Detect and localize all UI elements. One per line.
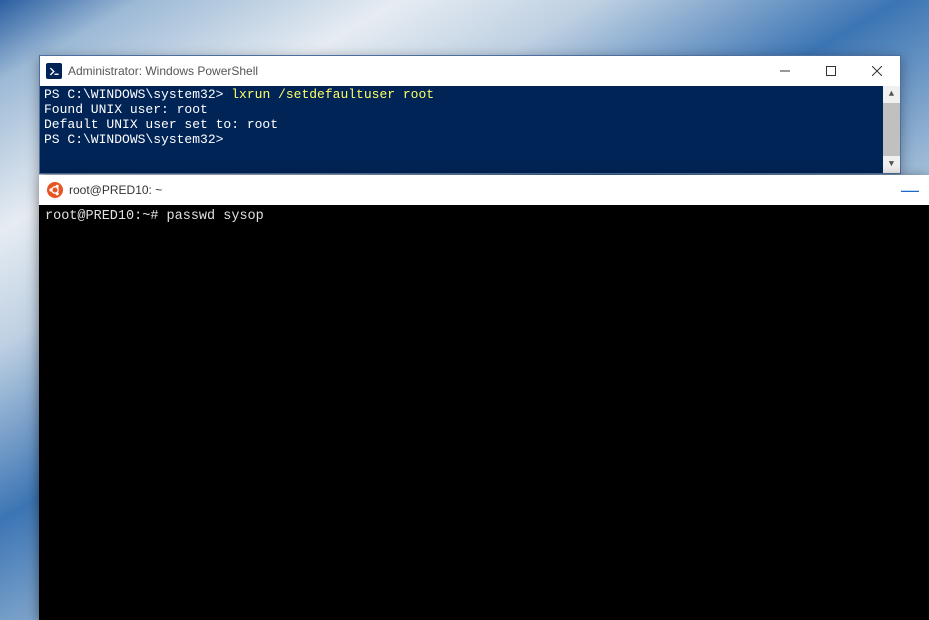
ubuntu-prompt: root@PRED10:~#: [45, 209, 167, 224]
ubuntu-icon: [47, 182, 63, 198]
ubuntu-minimize-button[interactable]: —: [883, 180, 929, 201]
powershell-titlebar[interactable]: Administrator: Windows PowerShell: [40, 56, 900, 86]
ps-output-line-2: Found UNIX user: root: [44, 102, 208, 117]
powershell-scrollbar[interactable]: ▲ ▼: [883, 86, 900, 173]
powershell-title-text: Administrator: Windows PowerShell: [68, 64, 258, 78]
close-button[interactable]: [854, 56, 900, 86]
ubuntu-titlebar[interactable]: root@PRED10: ~ —: [39, 175, 929, 205]
minimize-button[interactable]: [762, 56, 808, 86]
powershell-icon: [46, 63, 62, 79]
ubuntu-command: passwd sysop: [167, 209, 264, 224]
ubuntu-body[interactable]: root@PRED10:~# passwd sysop: [39, 205, 929, 620]
maximize-button[interactable]: [808, 56, 854, 86]
powershell-window: Administrator: Windows PowerShell PS C:\…: [39, 55, 901, 174]
scroll-up-icon[interactable]: ▲: [883, 86, 900, 103]
powershell-body[interactable]: PS C:\WINDOWS\system32> lxrun /setdefaul…: [40, 86, 900, 173]
ps-prompt-2: PS C:\WINDOWS\system32>: [44, 132, 223, 147]
scroll-thumb[interactable]: [883, 103, 900, 156]
scroll-down-icon[interactable]: ▼: [883, 156, 900, 173]
ps-prompt-1: PS C:\WINDOWS\system32>: [44, 87, 231, 102]
ps-output-line-3: Default UNIX user set to: root: [44, 117, 278, 132]
ps-command-1: lxrun /setdefaultuser root: [231, 87, 434, 102]
ubuntu-title-text: root@PRED10: ~: [69, 183, 162, 197]
ubuntu-terminal-window: root@PRED10: ~ — root@PRED10:~# passwd s…: [39, 175, 929, 620]
desktop-background: Administrator: Windows PowerShell PS C:\…: [0, 0, 929, 620]
